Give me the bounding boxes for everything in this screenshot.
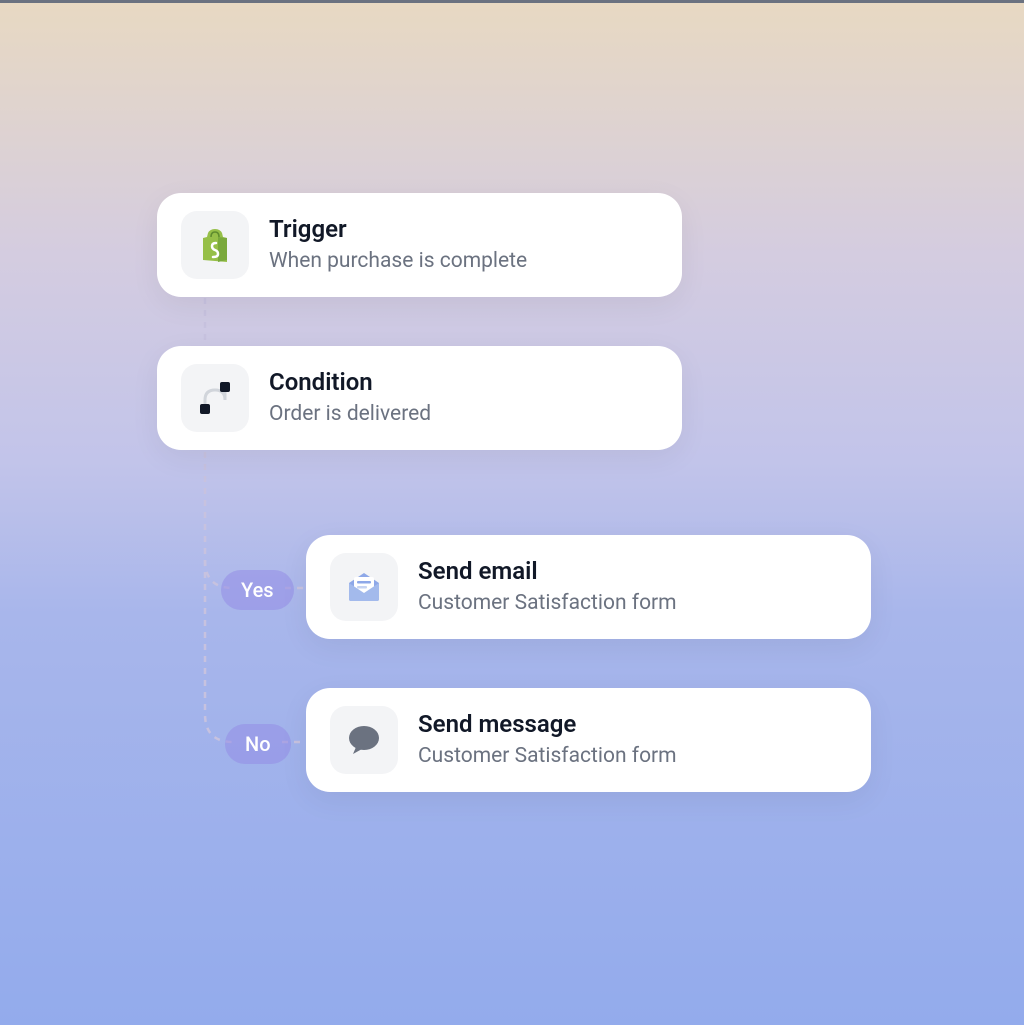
pill-text: Yes [241, 578, 274, 602]
email-icon [330, 553, 398, 621]
card-text: Send message Customer Satisfaction form [418, 710, 677, 770]
workflow-node-send-email[interactable]: Send email Customer Satisfaction form [306, 535, 871, 639]
card-text: Trigger When purchase is complete [269, 215, 527, 275]
shopify-icon [181, 211, 249, 279]
workflow-node-send-message[interactable]: Send message Customer Satisfaction form [306, 688, 871, 792]
card-subtitle: Customer Satisfaction form [418, 590, 677, 617]
connector-lines [0, 0, 1024, 1025]
card-subtitle: Customer Satisfaction form [418, 743, 677, 770]
card-text: Send email Customer Satisfaction form [418, 557, 677, 617]
card-title: Condition [269, 368, 431, 397]
card-title: Trigger [269, 215, 527, 244]
pill-text: No [245, 732, 271, 756]
workflow-node-condition[interactable]: Condition Order is delivered [157, 346, 682, 450]
card-subtitle: When purchase is complete [269, 248, 527, 275]
workflow-diagram: Trigger When purchase is complete Condit… [0, 0, 1024, 1025]
message-icon [330, 706, 398, 774]
card-title: Send message [418, 710, 677, 739]
workflow-node-trigger[interactable]: Trigger When purchase is complete [157, 193, 682, 297]
branch-label-yes: Yes [221, 570, 294, 610]
branch-icon [181, 364, 249, 432]
branch-label-no: No [225, 724, 291, 764]
card-title: Send email [418, 557, 677, 586]
card-subtitle: Order is delivered [269, 401, 431, 428]
card-text: Condition Order is delivered [269, 368, 431, 428]
